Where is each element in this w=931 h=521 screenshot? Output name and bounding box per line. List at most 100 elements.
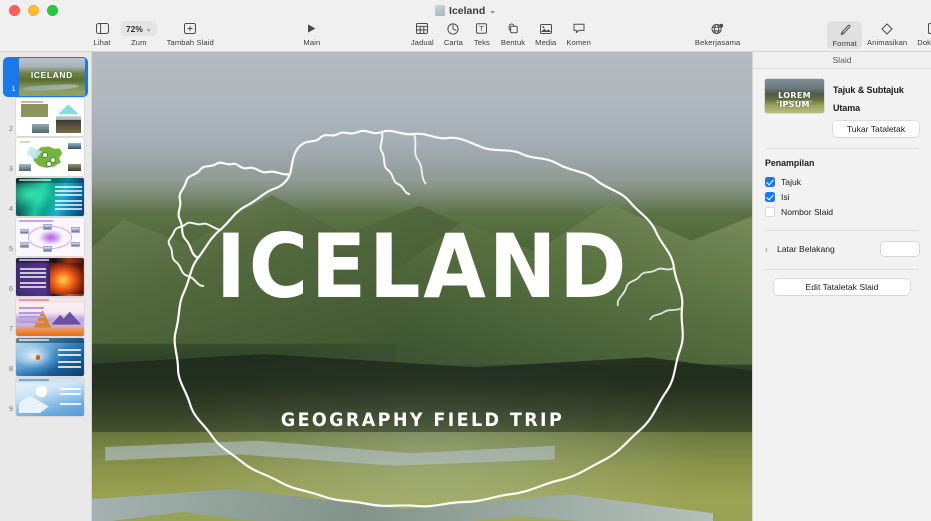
checkbox-label-title: Tajuk	[781, 176, 802, 187]
slide-canvas[interactable]: ICELAND GEOGRAPHY FIELD TRIP	[92, 52, 752, 521]
toolbar-label-shape: Bentuk	[500, 38, 526, 47]
chevron-right-icon[interactable]: ›	[765, 245, 772, 254]
slide-thumbnail-7[interactable]: 7	[0, 297, 91, 337]
background-label: Latar Belakang	[777, 244, 835, 254]
inspector-header: Slaid	[753, 52, 931, 69]
document-title: Iceland	[449, 4, 486, 17]
diamond-icon	[881, 21, 893, 36]
toolbar-button-chart[interactable]: Carta	[439, 21, 468, 47]
toolbar-label-table: Jadual	[410, 38, 434, 47]
slide-thumbnail-3[interactable]: 3	[0, 137, 91, 177]
change-layout-button[interactable]: Tukar Tataletak	[833, 121, 919, 137]
slide-thumbnail-2[interactable]: 2	[0, 97, 91, 137]
slide-number: 1	[11, 84, 16, 93]
edit-slide-layout-button[interactable]: Edit Tataletak Slaid	[774, 279, 910, 295]
checkbox-row-title[interactable]: Tajuk	[765, 174, 919, 189]
current-slide[interactable]: ICELAND GEOGRAPHY FIELD TRIP	[92, 52, 752, 521]
document-icon	[435, 5, 446, 16]
layout-thumb-subtitle: DOLOR SIT AMET	[776, 100, 813, 105]
toolbar-label-play: Main	[303, 38, 321, 47]
play-icon	[306, 21, 317, 36]
slide-thumb-art	[16, 378, 84, 416]
minimize-button[interactable]	[28, 5, 39, 16]
slide-number: 6	[8, 284, 13, 293]
toolbar-button-play[interactable]: Main	[298, 21, 326, 47]
toolbar-button-text[interactable]: T Teks	[468, 21, 496, 47]
slide-number: 9	[8, 404, 13, 413]
toolbar-button-collaborate[interactable]: Bekerjasama	[690, 21, 745, 47]
toolbar-button-media[interactable]: Media	[530, 21, 561, 47]
media-icon	[539, 21, 552, 36]
close-button[interactable]	[9, 5, 20, 16]
toolbar-group-play: Main	[298, 21, 326, 47]
slide-thumbnail-6[interactable]: 6	[0, 257, 91, 297]
layout-name: Tajuk & Subtajuk Utama	[833, 85, 904, 113]
background-color-swatch[interactable]	[881, 242, 919, 256]
toolbar-button-format[interactable]: Format	[827, 21, 862, 49]
toolbar-button-animate[interactable]: Animasikan	[862, 21, 912, 47]
edit-layout-wrap: Edit Tataletak Slaid	[765, 279, 919, 295]
toolbar-button-zoom[interactable]: 72% ⌄ Zum	[116, 21, 162, 47]
toolbar-label-comment: Komen	[566, 38, 591, 47]
slide-title-text[interactable]: ICELAND	[118, 222, 726, 310]
checkbox-title[interactable]	[765, 176, 775, 187]
checkbox-row-slide-number[interactable]: Nombor Slaid	[765, 204, 919, 219]
slide-thumbnail-9[interactable]: 9	[0, 377, 91, 417]
table-icon	[416, 21, 429, 36]
toolbar-group-insert: Jadual Carta T Teks Bentuk Media Komen	[406, 21, 596, 47]
slide-thumbnail-4[interactable]: 4	[0, 177, 91, 217]
shape-icon	[507, 21, 519, 36]
toolbar-group-left: Lihat 72% ⌄ Zum Tambah Slaid	[88, 21, 219, 47]
slide-thumbnail-5[interactable]: 5	[0, 217, 91, 257]
checkbox-label-body: Isi	[781, 191, 790, 202]
slide-subtitle-text[interactable]: GEOGRAPHY FIELD TRIP	[118, 409, 726, 431]
checkbox-row-body[interactable]: Isi	[765, 189, 919, 204]
toolbar-group-right: Format Animasikan Dokumen	[827, 21, 931, 49]
paintbrush-icon	[839, 22, 851, 37]
document-title-group: Iceland ⌄	[0, 5, 931, 17]
toolbar-button-view[interactable]: Lihat	[88, 21, 116, 47]
slide-thumb-art	[16, 98, 84, 136]
chevron-down-icon: ⌄	[145, 25, 152, 33]
background-row[interactable]: › Latar Belakang	[765, 240, 919, 258]
chart-icon	[447, 21, 459, 36]
appearance-section-title: Penampilan	[765, 158, 815, 168]
slide-number: 2	[8, 124, 13, 133]
text-box-icon: T	[476, 21, 488, 36]
slide-thumb-art	[16, 138, 84, 176]
keynote-window: Iceland ⌄ Lihat 72% ⌄ Zum Tambah Slaid M…	[0, 0, 931, 521]
zoom-value: 72%	[126, 23, 143, 34]
toolbar-button-shape[interactable]: Bentuk	[496, 21, 530, 47]
slide-number: 8	[8, 364, 13, 373]
collaborate-icon	[711, 21, 724, 36]
slide-number: 7	[8, 324, 13, 333]
chevron-down-icon[interactable]: ⌄	[489, 6, 496, 15]
toolbar-label-collaborate: Bekerjasama	[694, 38, 741, 47]
checkbox-slide-number[interactable]	[765, 206, 775, 217]
slide-thumbnail-8[interactable]: 8	[0, 337, 91, 377]
zoom-value-popup[interactable]: 72% ⌄	[121, 21, 157, 36]
slide-number: 4	[8, 204, 13, 213]
slide-number: 5	[8, 244, 13, 253]
slide-layout-thumbnail[interactable]: LOREM IPSUM DOLOR SIT AMET	[765, 79, 824, 113]
toolbar-label-document: Dokumen	[917, 38, 931, 47]
thumb-title: ICELAND	[30, 70, 73, 81]
checkbox-body[interactable]	[765, 191, 775, 202]
inspector-body: LOREM IPSUM DOLOR SIT AMET Tajuk & Subta…	[753, 69, 931, 295]
zoom-button[interactable]	[47, 5, 58, 16]
toolbar-button-add-slide[interactable]: Tambah Slaid	[162, 21, 219, 47]
toolbar-label-add-slide: Tambah Slaid	[166, 38, 214, 47]
toolbar-button-document[interactable]: Dokumen	[912, 21, 931, 47]
slide-navigator[interactable]: 1 ICELAND 2 3 4 5 6 7 8 9	[0, 52, 92, 521]
toolbar-group-collaborate: Bekerjasama	[690, 21, 745, 47]
toolbar-label-chart: Carta	[443, 38, 463, 47]
add-slide-icon	[184, 21, 197, 36]
toolbar-button-comment[interactable]: Komen	[561, 21, 596, 47]
toolbar-label-zoom: Zum	[131, 38, 147, 47]
title-bar: Iceland ⌄	[0, 0, 931, 21]
slide-thumbnail-1[interactable]: 1 ICELAND	[3, 57, 88, 97]
main-body: 1 ICELAND 2 3 4 5 6 7 8 9 ICELAND GEOGRA…	[0, 52, 931, 521]
slide-thumb-art	[16, 178, 84, 216]
toolbar-button-table[interactable]: Jadual	[406, 21, 439, 47]
toolbar-label-view: Lihat	[93, 38, 111, 47]
